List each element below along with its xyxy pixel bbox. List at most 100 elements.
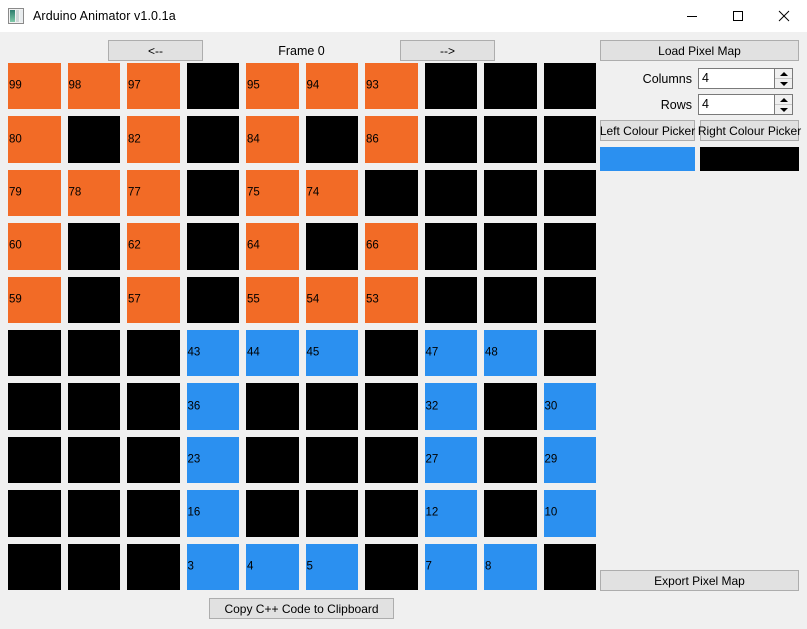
pixel-cell[interactable]: 44 <box>246 330 299 377</box>
pixel-cell[interactable] <box>127 330 180 377</box>
pixel-cell[interactable]: 84 <box>246 116 299 163</box>
pixel-cell[interactable]: 7 <box>424 543 477 590</box>
right-colour-swatch[interactable] <box>700 147 799 171</box>
pixel-cell[interactable]: 79 <box>8 169 61 217</box>
pixel-cell[interactable] <box>67 543 120 590</box>
pixel-cell[interactable]: 12 <box>424 490 477 537</box>
pixel-cell[interactable]: 5 <box>305 543 358 590</box>
copy-cpp-code-button[interactable]: Copy C++ Code to Clipboard <box>209 598 394 619</box>
pixel-cell[interactable] <box>365 330 418 377</box>
pixel-cell[interactable] <box>186 169 239 217</box>
pixel-cell[interactable] <box>186 276 239 323</box>
pixel-cell[interactable]: 3 <box>186 543 239 590</box>
left-colour-swatch[interactable] <box>600 147 695 171</box>
pixel-cell[interactable] <box>365 383 418 430</box>
pixel-cell[interactable] <box>8 436 61 484</box>
pixel-cell[interactable] <box>365 490 418 537</box>
rows-decrement-icon[interactable] <box>775 105 792 114</box>
pixel-cell[interactable] <box>305 223 358 270</box>
pixel-cell[interactable] <box>543 330 596 377</box>
pixel-cell[interactable] <box>305 490 358 537</box>
pixel-cell[interactable]: 43 <box>186 330 239 377</box>
rows-stepper-buttons[interactable] <box>774 95 792 114</box>
pixel-cell[interactable]: 48 <box>484 330 537 377</box>
pixel-cell[interactable]: 64 <box>246 223 299 270</box>
pixel-cell[interactable]: 54 <box>305 276 358 323</box>
pixel-cell[interactable] <box>424 276 477 323</box>
pixel-cell[interactable] <box>305 116 358 163</box>
pixel-cell[interactable] <box>543 276 596 323</box>
pixel-cell[interactable]: 10 <box>543 490 596 537</box>
pixel-cell[interactable] <box>8 490 61 537</box>
pixel-cell[interactable]: 80 <box>8 116 61 163</box>
pixel-cell[interactable]: 16 <box>186 490 239 537</box>
left-colour-picker-button[interactable]: Left Colour Picker <box>600 120 695 141</box>
rows-stepper[interactable]: 4 <box>698 94 793 115</box>
pixel-cell[interactable]: 47 <box>424 330 477 377</box>
pixel-cell[interactable] <box>8 543 61 590</box>
pixel-cell[interactable]: 94 <box>305 63 358 110</box>
columns-stepper[interactable]: 4 <box>698 68 793 89</box>
pixel-cell[interactable] <box>67 383 120 430</box>
pixel-cell[interactable] <box>484 436 537 484</box>
pixel-cell[interactable] <box>365 436 418 484</box>
pixel-cell[interactable]: 74 <box>305 169 358 217</box>
pixel-cell[interactable] <box>305 383 358 430</box>
pixel-cell[interactable]: 98 <box>67 63 120 110</box>
pixel-cell[interactable] <box>246 490 299 537</box>
pixel-cell[interactable] <box>543 543 596 590</box>
pixel-cell[interactable]: 32 <box>424 383 477 430</box>
pixel-cell[interactable]: 30 <box>543 383 596 430</box>
pixel-cell[interactable]: 78 <box>67 169 120 217</box>
pixel-cell[interactable] <box>543 169 596 217</box>
previous-frame-button[interactable]: <-- <box>108 40 203 61</box>
pixel-grid[interactable]: 99 98 97 95 94 93 80 82 84 86 79 78 77 75 74 60 62 64 66 59… <box>8 63 596 590</box>
pixel-cell[interactable] <box>8 330 61 377</box>
next-frame-button[interactable]: --> <box>400 40 495 61</box>
pixel-cell[interactable] <box>127 383 180 430</box>
columns-increment-icon[interactable] <box>775 69 792 79</box>
pixel-cell[interactable]: 59 <box>8 276 61 323</box>
columns-decrement-icon[interactable] <box>775 79 792 88</box>
pixel-cell[interactable]: 75 <box>246 169 299 217</box>
pixel-cell[interactable] <box>484 116 537 163</box>
pixel-cell[interactable] <box>484 169 537 217</box>
pixel-cell[interactable] <box>543 223 596 270</box>
close-icon[interactable] <box>761 0 807 32</box>
pixel-cell[interactable] <box>484 276 537 323</box>
pixel-cell[interactable]: 45 <box>305 330 358 377</box>
pixel-cell[interactable] <box>365 543 418 590</box>
pixel-cell[interactable] <box>484 383 537 430</box>
pixel-cell[interactable] <box>424 63 477 110</box>
pixel-cell[interactable]: 82 <box>127 116 180 163</box>
pixel-cell[interactable]: 57 <box>127 276 180 323</box>
pixel-cell[interactable] <box>127 543 180 590</box>
pixel-cell[interactable] <box>127 490 180 537</box>
pixel-cell[interactable] <box>305 436 358 484</box>
pixel-cell[interactable] <box>67 330 120 377</box>
pixel-cell[interactable] <box>67 223 120 270</box>
pixel-cell[interactable] <box>67 116 120 163</box>
pixel-cell[interactable]: 23 <box>186 436 239 484</box>
pixel-cell[interactable] <box>186 116 239 163</box>
rows-increment-icon[interactable] <box>775 95 792 105</box>
pixel-cell[interactable]: 86 <box>365 116 418 163</box>
maximize-icon[interactable] <box>715 0 761 32</box>
pixel-cell[interactable]: 27 <box>424 436 477 484</box>
pixel-cell[interactable] <box>127 436 180 484</box>
pixel-cell[interactable] <box>424 169 477 217</box>
pixel-cell[interactable] <box>8 383 61 430</box>
pixel-cell[interactable]: 36 <box>186 383 239 430</box>
pixel-cell[interactable]: 95 <box>246 63 299 110</box>
pixel-cell[interactable]: 8 <box>484 543 537 590</box>
pixel-cell[interactable]: 53 <box>365 276 418 323</box>
pixel-cell[interactable] <box>246 383 299 430</box>
pixel-cell[interactable] <box>543 116 596 163</box>
pixel-cell[interactable] <box>246 436 299 484</box>
pixel-cell[interactable]: 62 <box>127 223 180 270</box>
pixel-cell[interactable]: 77 <box>127 169 180 217</box>
pixel-cell[interactable]: 29 <box>543 436 596 484</box>
pixel-cell[interactable]: 60 <box>8 223 61 270</box>
pixel-cell[interactable] <box>484 223 537 270</box>
pixel-cell[interactable]: 93 <box>365 63 418 110</box>
